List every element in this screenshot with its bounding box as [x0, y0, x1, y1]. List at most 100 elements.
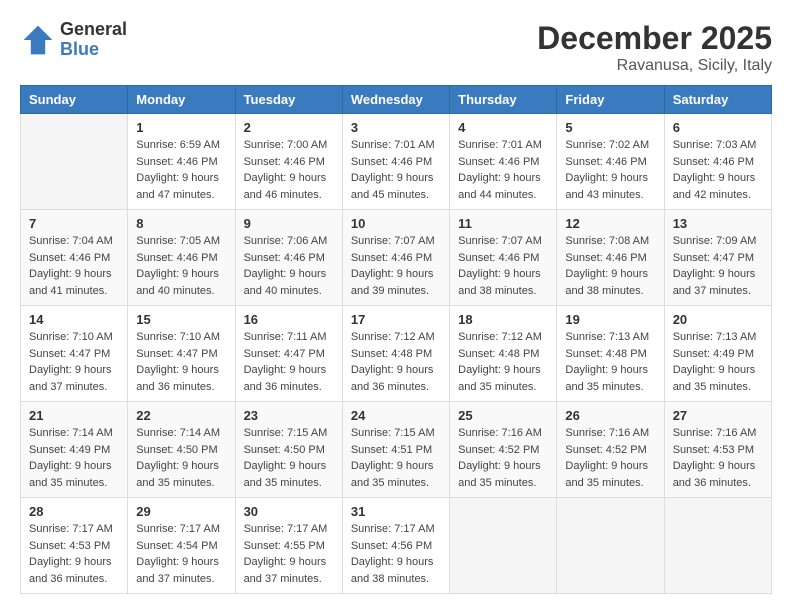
day-number: 7 — [29, 216, 119, 231]
day-info: Sunrise: 7:16 AMSunset: 4:52 PMDaylight:… — [458, 425, 548, 491]
day-number: 25 — [458, 408, 548, 423]
day-info: Sunrise: 7:05 AMSunset: 4:46 PMDaylight:… — [136, 233, 226, 299]
calendar-cell: 27Sunrise: 7:16 AMSunset: 4:53 PMDayligh… — [664, 402, 771, 498]
location: Ravanusa, Sicily, Italy — [537, 57, 772, 75]
calendar-cell: 7Sunrise: 7:04 AMSunset: 4:46 PMDaylight… — [21, 210, 128, 306]
day-number: 5 — [565, 120, 655, 135]
calendar-body: 1 Sunrise: 6:59 AMSunset: 4:46 PMDaylight… — [21, 114, 772, 594]
header-row: SundayMondayTuesdayWednesdayThursdayFrid… — [21, 86, 772, 114]
day-number: 31 — [351, 504, 441, 519]
day-info: Sunrise: 7:10 AMSunset: 4:47 PMDaylight:… — [136, 329, 226, 395]
calendar-cell: 31 Sunrise: 7:17 AMSunset: 4:56 PMDayligh… — [342, 498, 449, 594]
calendar-table: SundayMondayTuesdayWednesdayThursdayFrid… — [20, 85, 772, 594]
logo-general: General — [60, 20, 127, 40]
logo-blue: Blue — [60, 40, 127, 60]
calendar-cell: 11 Sunrise: 7:07 AMSunset: 4:46 PMDayligh… — [450, 210, 557, 306]
day-number: 30 — [244, 504, 334, 519]
day-info: Sunrise: 7:14 AMSunset: 4:49 PMDaylight:… — [29, 425, 119, 491]
calendar-cell: 19 Sunrise: 7:13 AMSunset: 4:48 PMDayligh… — [557, 306, 664, 402]
day-info: Sunrise: 7:11 AMSunset: 4:47 PMDaylight:… — [244, 329, 334, 395]
day-info: Sunrise: 7:15 AMSunset: 4:51 PMDaylight:… — [351, 425, 441, 491]
day-info: Sunrise: 7:08 AMSunset: 4:46 PMDaylight:… — [565, 233, 655, 299]
calendar-cell — [664, 498, 771, 594]
day-number: 11 — [458, 216, 548, 231]
day-info: Sunrise: 7:01 AMSunset: 4:46 PMDaylight:… — [351, 137, 441, 203]
calendar-cell: 4Sunrise: 7:01 AMSunset: 4:46 PMDaylight… — [450, 114, 557, 210]
calendar-cell: 24 Sunrise: 7:15 AMSunset: 4:51 PMDayligh… — [342, 402, 449, 498]
day-number: 20 — [673, 312, 763, 327]
day-number: 18 — [458, 312, 548, 327]
page-header: General Blue December 2025 Ravanusa, Sic… — [20, 20, 772, 75]
day-number: 1 — [136, 120, 226, 135]
calendar-header: SundayMondayTuesdayWednesdayThursdayFrid… — [21, 86, 772, 114]
calendar-cell: 30 Sunrise: 7:17 AMSunset: 4:55 PMDayligh… — [235, 498, 342, 594]
day-number: 24 — [351, 408, 441, 423]
calendar-cell: 1 Sunrise: 6:59 AMSunset: 4:46 PMDaylight… — [128, 114, 235, 210]
day-number: 17 — [351, 312, 441, 327]
week-row-0: 1 Sunrise: 6:59 AMSunset: 4:46 PMDaylight… — [21, 114, 772, 210]
day-number: 4 — [458, 120, 548, 135]
logo-text: General Blue — [60, 20, 127, 60]
day-number: 14 — [29, 312, 119, 327]
day-number: 8 — [136, 216, 226, 231]
week-row-2: 14 Sunrise: 7:10 AMSunset: 4:47 PMDayligh… — [21, 306, 772, 402]
day-number: 22 — [136, 408, 226, 423]
calendar-cell: 28 Sunrise: 7:17 AMSunset: 4:53 PMDayligh… — [21, 498, 128, 594]
week-row-4: 28 Sunrise: 7:17 AMSunset: 4:53 PMDayligh… — [21, 498, 772, 594]
day-info: Sunrise: 7:13 AMSunset: 4:48 PMDaylight:… — [565, 329, 655, 395]
day-info: Sunrise: 7:12 AMSunset: 4:48 PMDaylight:… — [351, 329, 441, 395]
day-info: Sunrise: 6:59 AMSunset: 4:46 PMDaylight:… — [136, 137, 226, 203]
header-saturday: Saturday — [664, 86, 771, 114]
day-info: Sunrise: 7:16 AMSunset: 4:53 PMDaylight:… — [673, 425, 763, 491]
calendar-cell: 15 Sunrise: 7:10 AMSunset: 4:47 PMDayligh… — [128, 306, 235, 402]
day-number: 21 — [29, 408, 119, 423]
day-number: 3 — [351, 120, 441, 135]
calendar-cell: 14 Sunrise: 7:10 AMSunset: 4:47 PMDayligh… — [21, 306, 128, 402]
calendar-cell: 23Sunrise: 7:15 AMSunset: 4:50 PMDayligh… — [235, 402, 342, 498]
day-info: Sunrise: 7:02 AMSunset: 4:46 PMDaylight:… — [565, 137, 655, 203]
calendar-cell — [557, 498, 664, 594]
day-number: 26 — [565, 408, 655, 423]
calendar-cell: 13Sunrise: 7:09 AMSunset: 4:47 PMDayligh… — [664, 210, 771, 306]
day-info: Sunrise: 7:14 AMSunset: 4:50 PMDaylight:… — [136, 425, 226, 491]
calendar-cell: 12 Sunrise: 7:08 AMSunset: 4:46 PMDayligh… — [557, 210, 664, 306]
calendar-cell: 3 Sunrise: 7:01 AMSunset: 4:46 PMDaylight… — [342, 114, 449, 210]
day-number: 13 — [673, 216, 763, 231]
calendar-cell: 21 Sunrise: 7:14 AMSunset: 4:49 PMDayligh… — [21, 402, 128, 498]
calendar-cell: 16 Sunrise: 7:11 AMSunset: 4:47 PMDayligh… — [235, 306, 342, 402]
day-number: 10 — [351, 216, 441, 231]
calendar-cell: 17 Sunrise: 7:12 AMSunset: 4:48 PMDayligh… — [342, 306, 449, 402]
day-info: Sunrise: 7:07 AMSunset: 4:46 PMDaylight:… — [458, 233, 548, 299]
day-info: Sunrise: 7:17 AMSunset: 4:53 PMDaylight:… — [29, 521, 119, 587]
title-block: December 2025 Ravanusa, Sicily, Italy — [537, 20, 772, 75]
calendar-cell: 22 Sunrise: 7:14 AMSunset: 4:50 PMDayligh… — [128, 402, 235, 498]
calendar-cell — [450, 498, 557, 594]
day-number: 15 — [136, 312, 226, 327]
calendar-cell: 26Sunrise: 7:16 AMSunset: 4:52 PMDayligh… — [557, 402, 664, 498]
day-info: Sunrise: 7:13 AMSunset: 4:49 PMDaylight:… — [673, 329, 763, 395]
day-info: Sunrise: 7:17 AMSunset: 4:55 PMDaylight:… — [244, 521, 334, 587]
day-number: 12 — [565, 216, 655, 231]
calendar-cell: 29 Sunrise: 7:17 AMSunset: 4:54 PMDayligh… — [128, 498, 235, 594]
calendar-cell: 6Sunrise: 7:03 AMSunset: 4:46 PMDaylight… — [664, 114, 771, 210]
calendar-cell: 10Sunrise: 7:07 AMSunset: 4:46 PMDayligh… — [342, 210, 449, 306]
day-number: 9 — [244, 216, 334, 231]
logo-icon — [20, 22, 56, 58]
calendar-cell: 18 Sunrise: 7:12 AMSunset: 4:48 PMDayligh… — [450, 306, 557, 402]
day-info: Sunrise: 7:17 AMSunset: 4:54 PMDaylight:… — [136, 521, 226, 587]
day-number: 6 — [673, 120, 763, 135]
day-info: Sunrise: 7:00 AMSunset: 4:46 PMDaylight:… — [244, 137, 334, 203]
calendar-cell — [21, 114, 128, 210]
day-info: Sunrise: 7:10 AMSunset: 4:47 PMDaylight:… — [29, 329, 119, 395]
day-number: 23 — [244, 408, 334, 423]
day-info: Sunrise: 7:17 AMSunset: 4:56 PMDaylight:… — [351, 521, 441, 587]
day-number: 19 — [565, 312, 655, 327]
month-title: December 2025 — [537, 20, 772, 57]
header-thursday: Thursday — [450, 86, 557, 114]
calendar-cell: 20 Sunrise: 7:13 AMSunset: 4:49 PMDayligh… — [664, 306, 771, 402]
day-number: 29 — [136, 504, 226, 519]
logo: General Blue — [20, 20, 127, 60]
day-info: Sunrise: 7:12 AMSunset: 4:48 PMDaylight:… — [458, 329, 548, 395]
day-number: 28 — [29, 504, 119, 519]
day-number: 16 — [244, 312, 334, 327]
